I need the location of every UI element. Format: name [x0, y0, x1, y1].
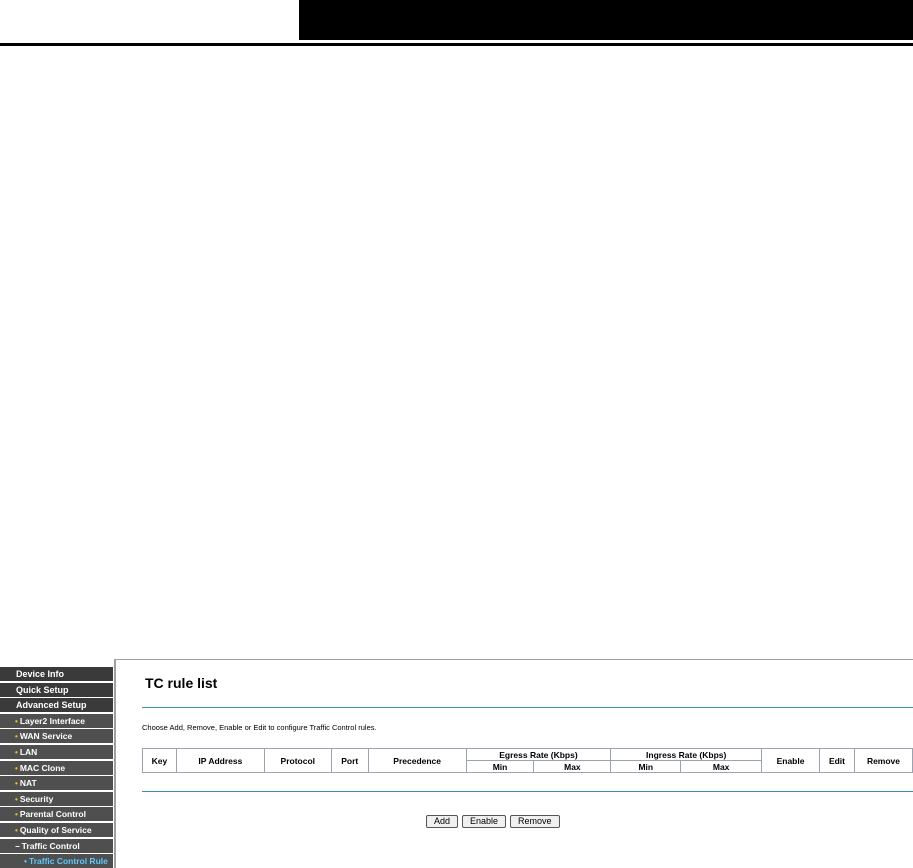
page-title: TC rule list	[145, 675, 218, 691]
action-buttons: Add Enable Remove	[426, 815, 560, 828]
add-button[interactable]: Add	[426, 815, 459, 828]
column-header-egress-min: Min	[465, 760, 535, 773]
column-header-ingress-min: Min	[610, 760, 682, 773]
main-content: TC rule list Choose Add, Remove, Enable …	[116, 659, 913, 868]
bullet-icon: •	[24, 856, 27, 867]
bullet-icon: •	[15, 794, 18, 804]
enable-button[interactable]: Enable	[462, 815, 507, 828]
sidebar-item-label: Quality of Service	[19, 824, 92, 835]
sidebar-item-label: Parental Control	[19, 809, 86, 820]
column-header-remove: Remove	[853, 748, 913, 773]
sidebar-item-label: Quick Setup	[16, 684, 69, 695]
column-header-ingress-rate: Ingress Rate (Kbps)	[610, 748, 763, 761]
sidebar-item-label: NAT	[19, 778, 37, 789]
column-header-egress-max: Max	[533, 760, 612, 773]
tc-rule-table: Key IP Address Protocol Port Precedence …	[142, 748, 913, 773]
document-header-bar	[299, 0, 913, 40]
bullet-icon: •	[15, 779, 18, 789]
sidebar-item-wan-service[interactable]: • WAN Service	[0, 729, 113, 744]
bullet-icon: •	[15, 732, 18, 742]
column-header-egress-rate: Egress Rate (Kbps)	[465, 748, 612, 761]
remove-button[interactable]: Remove	[510, 815, 560, 828]
document-header-rule	[0, 43, 913, 46]
router-ui-screenshot: Device Info Quick Setup Advanced Setup •…	[0, 659, 913, 868]
bullet-icon: •	[15, 763, 18, 773]
bullet-icon: •	[15, 747, 18, 757]
column-header-ip-address: IP Address	[175, 748, 265, 773]
sidebar-item-device-info[interactable]: Device Info	[0, 667, 113, 681]
column-header-protocol: Protocol	[263, 748, 332, 773]
column-header-precedence: Precedence	[367, 748, 467, 773]
collapse-icon: −	[15, 841, 20, 851]
sidebar-item-label: Device Info	[16, 669, 65, 679]
sidebar-item-security[interactable]: • Security	[0, 791, 113, 806]
sidebar-item-label: WAN Service	[19, 731, 73, 742]
sidebar-item-parental-control[interactable]: • Parental Control	[0, 807, 113, 822]
sidebar-item-label: MAC Clone	[19, 762, 66, 773]
sidebar-item-quick-setup[interactable]: Quick Setup	[0, 682, 113, 697]
sidebar-item-quality-of-service[interactable]: • Quality of Service	[0, 822, 113, 837]
sidebar-item-advanced-setup[interactable]: Advanced Setup	[0, 698, 113, 713]
sidebar: Device Info Quick Setup Advanced Setup •…	[0, 667, 113, 868]
column-header-ingress-max: Max	[680, 760, 763, 773]
bullet-icon: •	[15, 716, 18, 726]
instruction-text: Choose Add, Remove, Enable or Edit to co…	[142, 723, 377, 732]
sidebar-item-traffic-control[interactable]: − Traffic Control	[0, 838, 113, 853]
column-header-enable: Enable	[761, 748, 820, 773]
bullet-icon: •	[15, 810, 18, 820]
sidebar-item-lan[interactable]: • LAN	[0, 744, 113, 759]
sidebar-item-label: Layer2 Interface	[19, 715, 86, 726]
sidebar-item-label: Traffic Control	[21, 840, 80, 851]
column-header-edit: Edit	[819, 748, 855, 773]
sidebar-item-nat[interactable]: • NAT	[0, 776, 113, 791]
sidebar-item-label: Traffic Control Rule	[28, 856, 108, 867]
table-bottom-divider	[142, 791, 913, 792]
sidebar-item-label: LAN	[19, 746, 38, 757]
column-header-key: Key	[142, 748, 177, 773]
title-divider	[142, 707, 913, 708]
sidebar-item-label: Advanced Setup	[16, 700, 87, 711]
sidebar-item-label: Security	[19, 793, 54, 804]
column-header-port: Port	[330, 748, 369, 773]
bullet-icon: •	[15, 825, 18, 835]
sidebar-item-mac-clone[interactable]: • MAC Clone	[0, 760, 113, 775]
sidebar-item-layer2-interface[interactable]: • Layer2 Interface	[0, 713, 113, 728]
sidebar-item-traffic-control-rule[interactable]: • Traffic Control Rule	[0, 854, 113, 868]
